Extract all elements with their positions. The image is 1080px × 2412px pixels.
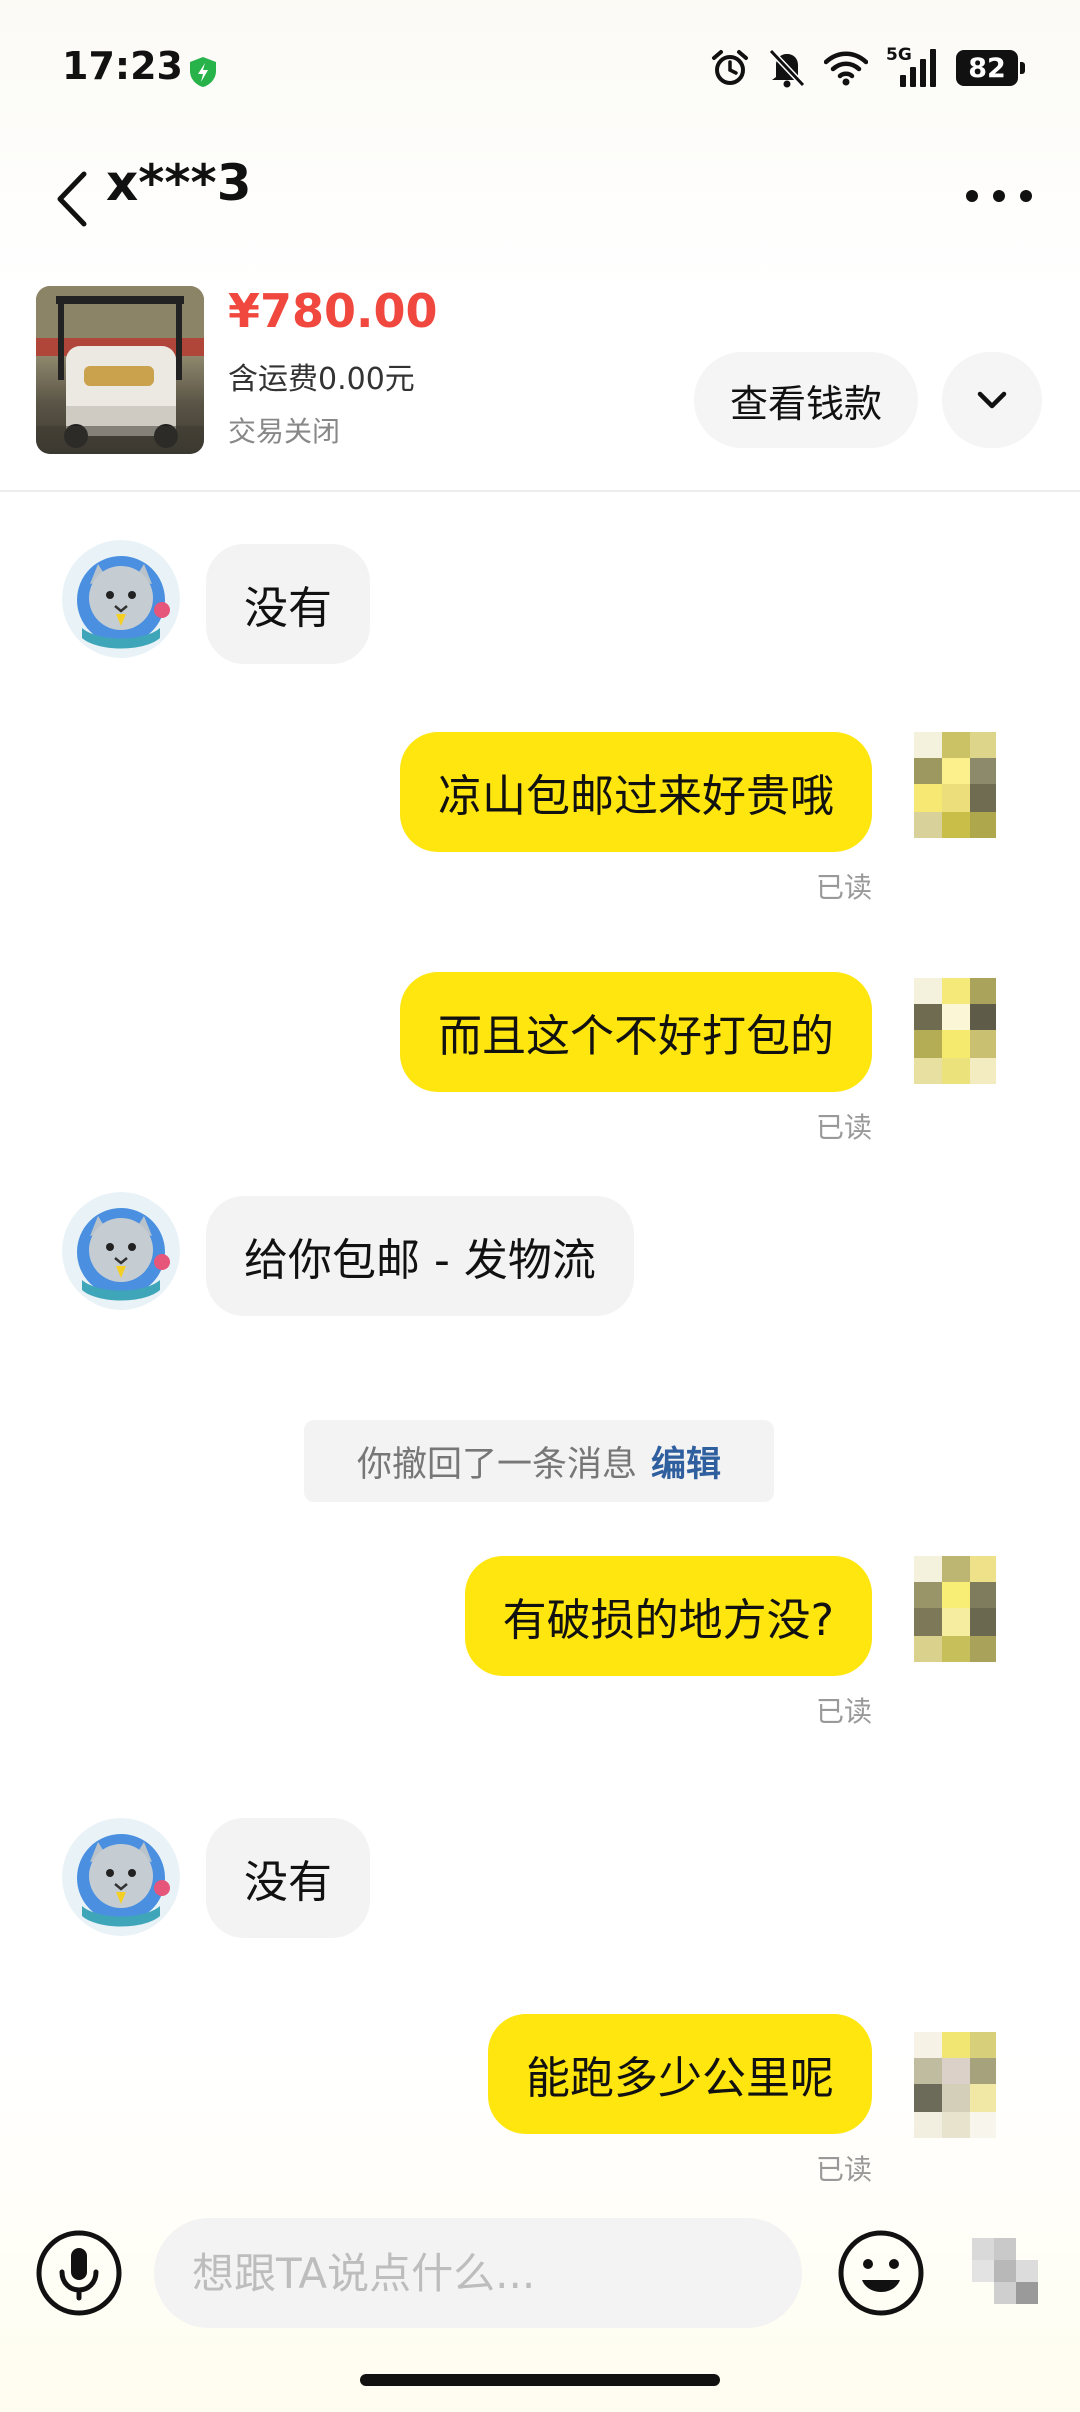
incoming-message: 没有 [0,492,1080,664]
chevron-down-icon [977,391,1007,409]
view-payment-button[interactable]: 查看钱款 [694,352,918,448]
message-bubble[interactable]: 有破损的地方没? [464,1556,872,1676]
read-status: 已读 [815,2153,872,2186]
peer-name: x***3 [106,154,252,212]
status-time: 17:23 [62,44,183,88]
wifi-icon [824,51,868,86]
chevron-left-icon[interactable] [48,162,98,236]
recall-text: 你撤回了一条消息 [356,1444,637,1485]
product-card[interactable]: ¥780.00 含运费0.00元 交易关闭 查看钱款 [0,270,1080,492]
outgoing-message: 而且这个不好打包的 已读 [0,972,1080,1152]
read-status: 已读 [815,1111,872,1144]
message-bubble[interactable]: 能跑多少公里呢 [488,2014,872,2134]
smiley-icon[interactable] [836,2228,926,2318]
recalled-message-notice: 你撤回了一条消息 编辑 [304,1420,774,1502]
my-avatar-pixelated[interactable] [914,732,996,838]
more-options-icon-pixelated[interactable] [962,2230,1052,2320]
incoming-message: 给你包邮 - 发物流 [0,1192,1080,1362]
signal-5g-icon: 5G [886,45,938,89]
message-bubble[interactable]: 没有 [206,1818,370,1938]
message-bubble[interactable]: 而且这个不好打包的 [400,972,872,1092]
my-avatar-pixelated[interactable] [914,2032,996,2138]
shipping-fee: 含运费0.00元 [228,362,415,397]
shield-charging-icon [190,57,216,87]
battery-icon: 82 [956,50,1025,86]
microphone-icon[interactable] [34,2228,124,2318]
message-bubble[interactable]: 凉山包邮过来好贵哦 [400,732,872,852]
chat-header: x***3 [0,140,1080,270]
my-avatar-pixelated[interactable] [914,1556,996,1662]
edit-link[interactable]: 编辑 [651,1436,721,1487]
bell-off-icon [768,48,806,88]
outgoing-message: 有破损的地方没? 已读 [0,1556,1080,1736]
more-horizontal-icon[interactable] [962,176,1036,216]
outgoing-message: 能跑多少公里呢 已读 [0,2014,1080,2194]
outgoing-message: 凉山包邮过来好贵哦 已读 [0,732,1080,912]
deal-status: 交易关闭 [228,415,341,448]
message-bubble[interactable]: 没有 [206,544,370,664]
peer-avatar[interactable] [62,1192,180,1310]
expand-button[interactable] [942,352,1042,448]
home-indicator[interactable] [360,2374,720,2386]
peer-avatar[interactable] [62,540,180,658]
status-icons: 5G 82 [710,45,1025,90]
product-price: ¥780.00 [228,284,438,338]
status-bar: 17:23 5G 82 [0,0,1080,140]
message-input[interactable] [154,2218,802,2328]
read-status: 已读 [815,1695,872,1728]
input-bar [0,2200,1080,2360]
peer-avatar[interactable] [62,1818,180,1936]
read-status: 已读 [815,871,872,904]
product-thumbnail[interactable] [36,286,204,454]
message-bubble[interactable]: 给你包邮 - 发物流 [206,1196,634,1316]
alarm-icon [712,50,748,85]
incoming-message: 没有 [0,1818,1080,1988]
message-list[interactable]: 没有 凉山包邮过来好贵哦 已读 而且这个不好打包的 已读 给你包邮 - 发物流 … [0,492,1080,2192]
my-avatar-pixelated[interactable] [914,978,996,1084]
